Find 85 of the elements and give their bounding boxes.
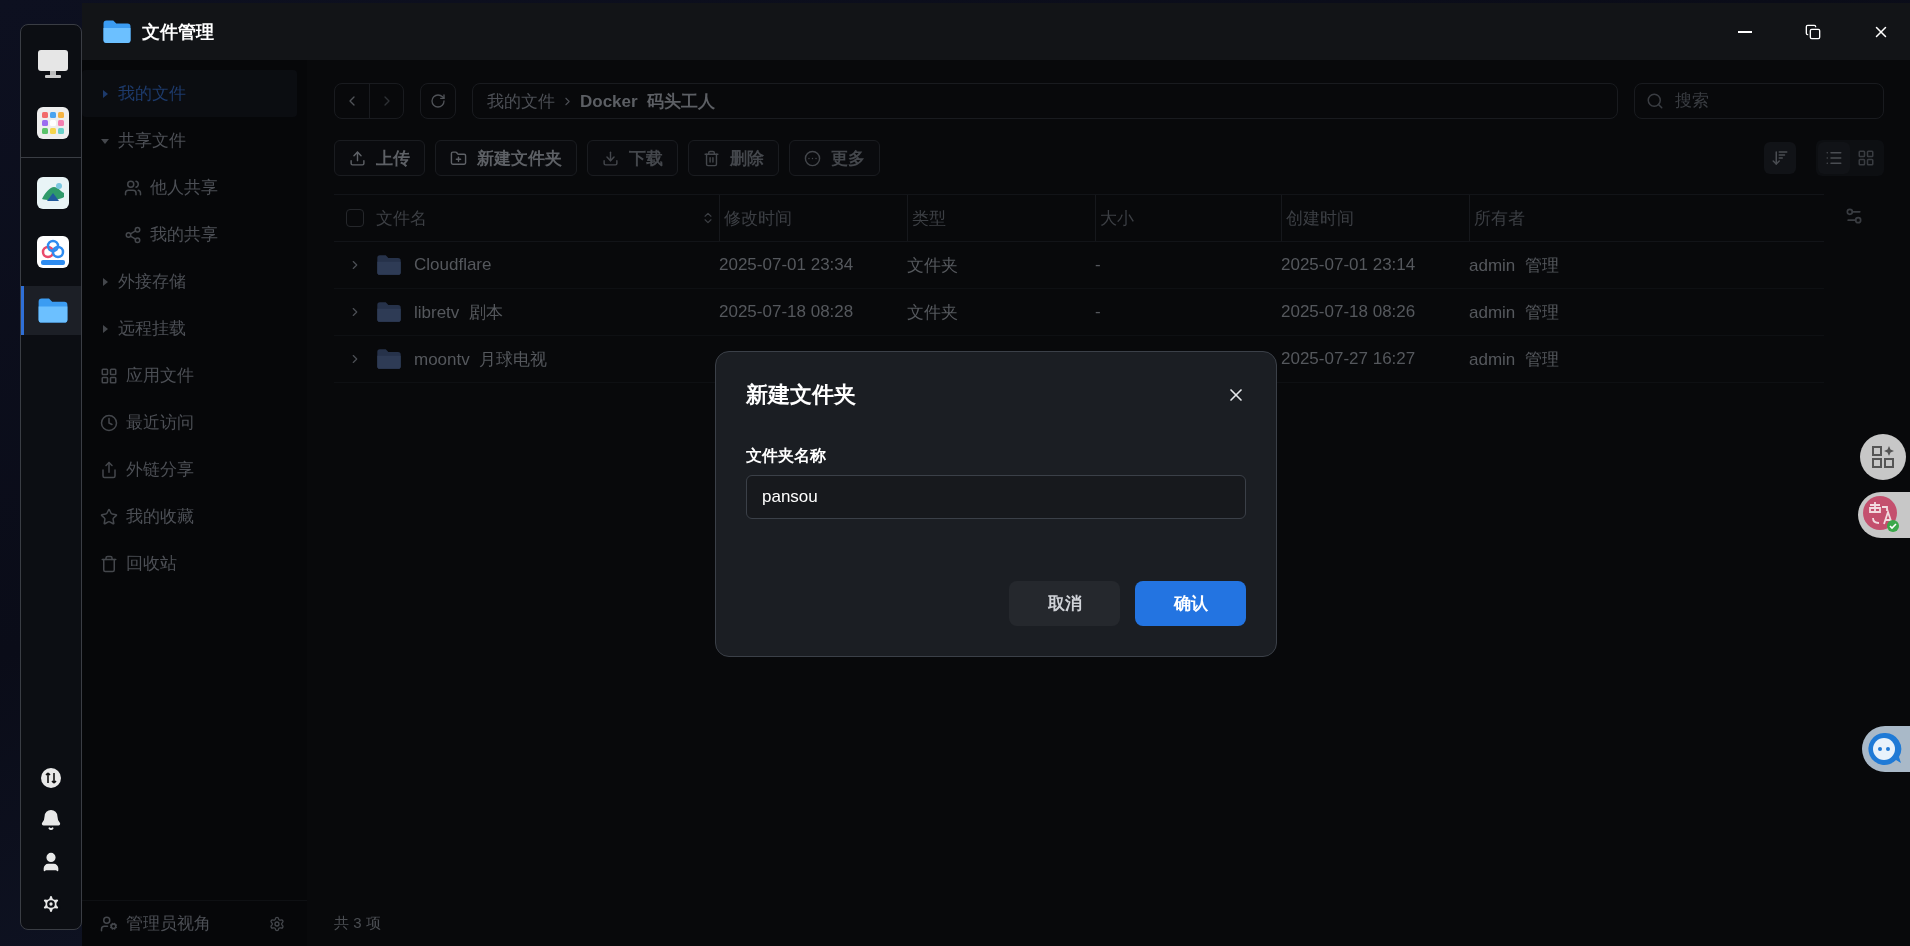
admin-user-icon (100, 914, 118, 933)
table-cell: admin 管理 (1469, 255, 1559, 275)
admin-view-label[interactable]: 管理员视角 (126, 912, 261, 935)
list-icon (1825, 149, 1843, 167)
sidebar-item[interactable]: 我的收藏 (82, 493, 297, 540)
users-icon (124, 178, 142, 197)
share-out-icon (100, 460, 118, 479)
folder-plus-icon (450, 149, 467, 167)
field-label: 文件夹名称 (746, 446, 827, 466)
clock-icon (100, 413, 118, 432)
item-count: 共 3 项 (334, 913, 381, 933)
table-cell: - (1095, 302, 1101, 321)
sidebar-item[interactable]: 最近访问 (82, 399, 297, 446)
sidebar-item[interactable]: 外链分享 (82, 446, 297, 493)
file-name[interactable]: Cloudflare (414, 255, 492, 275)
trash-icon (703, 149, 720, 167)
column-header[interactable]: 文件名 (376, 206, 701, 230)
settings-icon[interactable] (40, 893, 62, 915)
table-cell: - (1095, 255, 1101, 274)
select-all-checkbox[interactable] (346, 209, 364, 227)
table-cell: 2025-07-27 16:27 (1281, 349, 1416, 368)
sidebar-item[interactable]: 我的文件 (82, 70, 297, 117)
table-cell: 2025-07-18 08:26 (1281, 302, 1416, 321)
folder-icon (376, 300, 402, 324)
upload-icon (349, 149, 366, 167)
column-header[interactable]: 所有者 (1474, 206, 1824, 230)
sidebar-item[interactable]: 应用文件 (82, 352, 297, 399)
island-app-icon[interactable] (36, 176, 69, 209)
more-icon (804, 149, 821, 167)
file-name[interactable]: moontv 月球电视 (414, 347, 548, 371)
folder-icon (376, 253, 402, 277)
caret-right-icon (100, 276, 110, 287)
table-cell: 2025-07-18 08:28 (719, 302, 854, 321)
sidebar-item[interactable]: 共享文件 (82, 117, 297, 164)
table-cell: 2025-07-01 23:34 (719, 255, 854, 274)
folder-icon (376, 347, 402, 371)
table-cell: admin 管理 (1469, 302, 1559, 322)
refresh-icon (430, 93, 446, 109)
column-settings-icon[interactable] (1844, 206, 1864, 226)
folder-app-icon (102, 18, 132, 45)
sidebar-item[interactable]: 他人共享 (82, 164, 297, 211)
column-header[interactable]: 修改时间 (724, 206, 907, 230)
share-icon (124, 225, 142, 244)
table-cell: 文件夹 (907, 255, 958, 275)
table-cell: 2025-07-01 23:14 (1281, 255, 1416, 274)
window-title: 文件管理 (142, 20, 215, 44)
column-header[interactable]: 大小 (1100, 206, 1281, 230)
bell-icon[interactable] (40, 809, 62, 831)
sort-button[interactable] (1764, 142, 1796, 174)
sidebar-item[interactable]: 我的共享 (82, 211, 297, 258)
restore-icon (1805, 23, 1821, 40)
table-cell: admin 管理 (1469, 349, 1559, 369)
sidebar-item[interactable]: 远程挂载 (82, 305, 297, 352)
search-icon (1646, 92, 1664, 110)
table-cell: 文件夹 (907, 302, 958, 322)
minimize-icon (1738, 30, 1752, 33)
download-icon (602, 149, 619, 167)
trash-icon (100, 554, 118, 573)
cancel-button[interactable]: 取消 (1009, 581, 1120, 626)
file-name[interactable]: libretv 剧本 (414, 300, 503, 324)
app-grid-icon[interactable] (36, 106, 69, 139)
caret-right-icon (100, 323, 110, 334)
breadcrumb-item[interactable]: 我的文件 (487, 89, 555, 113)
grid-icon (1857, 149, 1875, 167)
breadcrumb-item[interactable]: Docker 码头工人 (580, 89, 716, 113)
refresh-button[interactable] (420, 83, 456, 119)
sidebar-item[interactable]: 回收站 (82, 540, 297, 587)
upload-button[interactable]: 上传 (334, 140, 425, 176)
folder-app-icon (36, 296, 69, 325)
sort-icon (1771, 149, 1789, 167)
widget-button[interactable] (1860, 434, 1906, 480)
apps-icon (100, 366, 118, 385)
transfer-icon[interactable] (40, 767, 62, 789)
dialog-title: 新建文件夹 (746, 381, 856, 409)
list-view-button[interactable] (1818, 142, 1850, 174)
sidebar-item[interactable]: 外接存储 (82, 258, 297, 305)
column-header[interactable]: 类型 (912, 206, 1095, 230)
column-header[interactable]: 创建时间 (1286, 206, 1469, 230)
caret-right-icon (100, 88, 110, 99)
new-folder-button[interactable]: 新建文件夹 (435, 140, 577, 176)
star-icon (100, 507, 118, 526)
monitor-icon[interactable] (36, 48, 69, 79)
folder-name-field[interactable]: pansou (746, 475, 1246, 519)
confirm-button[interactable]: 确认 (1135, 581, 1246, 626)
cloud-app-icon[interactable] (36, 235, 69, 268)
